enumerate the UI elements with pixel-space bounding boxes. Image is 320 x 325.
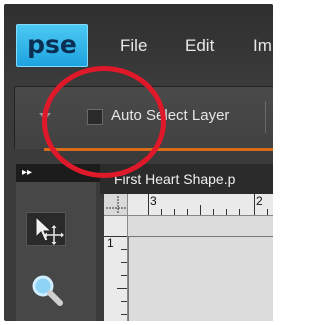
ruler-v-tick bbox=[104, 236, 127, 237]
vertical-ruler[interactable]: 1 bbox=[104, 216, 128, 321]
canvas-edge bbox=[128, 236, 273, 237]
menu-edit[interactable]: Edit bbox=[185, 36, 214, 56]
options-divider bbox=[265, 101, 266, 133]
ruler-h-label: 2 bbox=[256, 194, 263, 208]
ruler-h-tick bbox=[213, 209, 214, 215]
pse-logo: pse bbox=[16, 24, 88, 67]
document-tab[interactable]: First Heart Shape.p bbox=[100, 164, 273, 194]
ruler-v-tick bbox=[121, 275, 127, 276]
move-tool-button[interactable] bbox=[26, 212, 66, 246]
ruler-h-tick bbox=[254, 194, 255, 215]
ruler-v-tick bbox=[121, 314, 127, 315]
ruler-v-tick bbox=[121, 249, 127, 250]
menu-image[interactable]: Im bbox=[253, 36, 272, 56]
ruler-h-tick bbox=[200, 205, 201, 215]
zoom-tool-button[interactable] bbox=[28, 272, 68, 312]
menu-bar: pse File Edit Im bbox=[4, 4, 273, 80]
ruler-h-tick bbox=[148, 194, 149, 215]
ruler-h-tick bbox=[267, 209, 268, 215]
app-window: pse File Edit Im Auto Select Layer ▸▸ Fi… bbox=[4, 4, 273, 321]
ruler-h-tick bbox=[161, 209, 162, 215]
canvas-edge bbox=[128, 236, 129, 321]
auto-select-layer-label[interactable]: Auto Select Layer bbox=[111, 107, 229, 124]
magnifier-icon bbox=[32, 275, 63, 306]
ruler-origin-marker bbox=[106, 196, 126, 214]
ruler-origin[interactable] bbox=[104, 194, 128, 216]
ruler-v-tick bbox=[121, 262, 127, 263]
options-bar-accent-line bbox=[44, 148, 273, 151]
ruler-h-tick bbox=[239, 209, 240, 215]
ruler-h-tick bbox=[226, 209, 227, 215]
ruler-v-label: 1 bbox=[107, 236, 114, 250]
auto-select-layer-checkbox[interactable] bbox=[87, 109, 103, 125]
document-canvas[interactable] bbox=[128, 216, 273, 321]
ruler-h-tick bbox=[174, 209, 175, 215]
ruler-h-tick bbox=[187, 209, 188, 215]
ruler-h-label: 3 bbox=[150, 194, 157, 208]
tool-preset-dropdown-icon[interactable] bbox=[39, 113, 51, 120]
ruler-v-tick bbox=[117, 288, 127, 289]
horizontal-ruler[interactable]: 3 2 bbox=[128, 194, 273, 216]
ruler-v-tick bbox=[121, 301, 127, 302]
menu-file[interactable]: File bbox=[120, 36, 147, 56]
move-arrow-icon bbox=[35, 215, 64, 245]
tool-options-bar: Auto Select Layer bbox=[14, 86, 273, 149]
toolbox-collapse-button[interactable]: ▸▸ bbox=[16, 164, 100, 182]
